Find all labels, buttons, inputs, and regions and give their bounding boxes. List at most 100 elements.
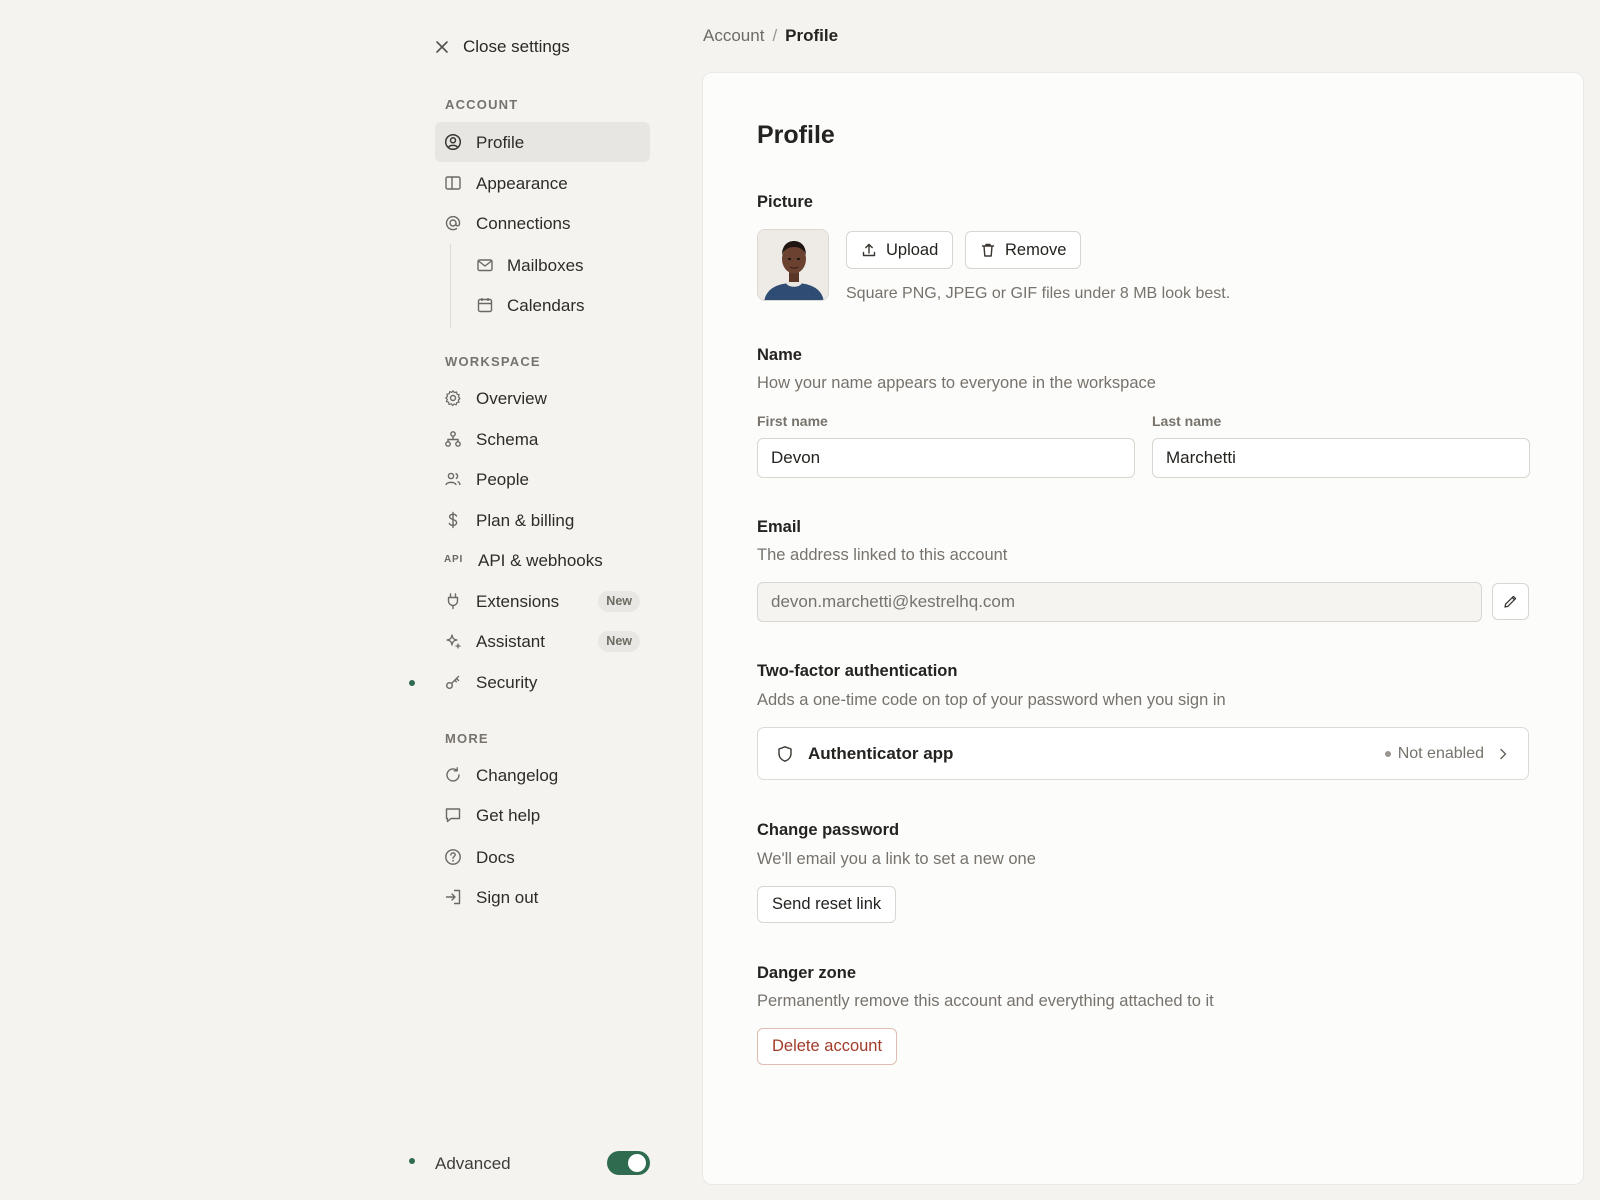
sidebar-item-label: Mailboxes bbox=[507, 256, 584, 275]
email-description: The address linked to this account bbox=[757, 546, 1008, 564]
sidebar-item-label: Docs bbox=[476, 848, 515, 867]
change-password-label: Change password bbox=[757, 821, 900, 839]
two-factor-label: Two-factor authentication bbox=[757, 662, 958, 680]
avatar-photo bbox=[758, 230, 828, 300]
last-name-label: Last name bbox=[1152, 413, 1222, 429]
upload-icon bbox=[861, 242, 877, 258]
change-password-description: We'll email you a link to set a new one bbox=[757, 850, 1036, 868]
plug-icon bbox=[444, 592, 462, 610]
send-reset-link-button[interactable]: Send reset link bbox=[757, 886, 897, 923]
sidebar-item-get-help[interactable]: Get help bbox=[435, 795, 650, 835]
refresh-icon bbox=[444, 766, 462, 784]
sidebar-item-label: Calendars bbox=[507, 296, 585, 315]
sidebar-item-api[interactable]: API API & webhooks bbox=[435, 540, 650, 580]
sparkle-icon bbox=[444, 632, 462, 650]
danger-zone-label: Danger zone bbox=[757, 964, 857, 982]
remove-picture-button[interactable]: Remove bbox=[965, 231, 1082, 269]
picture-hint: Square PNG, JPEG or GIF files under 8 MB… bbox=[846, 285, 1231, 302]
sidebar-item-label: Security bbox=[476, 673, 538, 692]
mail-icon bbox=[476, 256, 494, 274]
edit-email-button[interactable] bbox=[1492, 583, 1529, 620]
remove-label: Remove bbox=[1005, 240, 1067, 259]
close-settings-button[interactable]: Close settings bbox=[434, 34, 570, 60]
key-icon bbox=[444, 673, 462, 691]
section-label-more: MORE bbox=[445, 731, 489, 746]
avatar[interactable] bbox=[757, 229, 829, 301]
sidebar-item-assistant[interactable]: Assistant New bbox=[435, 621, 650, 661]
advanced-setting: Advanced bbox=[435, 1149, 650, 1177]
upload-label: Upload bbox=[886, 240, 939, 259]
breadcrumb-current: Profile bbox=[785, 26, 839, 45]
upload-picture-button[interactable]: Upload bbox=[846, 231, 954, 269]
sidebar-item-label: People bbox=[476, 470, 529, 489]
sidebar-item-sign-out[interactable]: Sign out bbox=[435, 877, 650, 917]
sidebar-item-security[interactable]: Security bbox=[435, 662, 650, 702]
first-name-input[interactable] bbox=[757, 438, 1135, 478]
sidebar-item-label: Plan & billing bbox=[476, 511, 575, 530]
sidebar-item-label: Assistant bbox=[476, 632, 545, 651]
security-indicator-dot bbox=[409, 680, 415, 686]
sidebar-item-label: Sign out bbox=[476, 888, 539, 907]
sidebar-item-label: Changelog bbox=[476, 766, 559, 785]
user-circle-icon bbox=[444, 133, 462, 151]
breadcrumb-separator: / bbox=[772, 26, 778, 45]
advanced-indicator-dot bbox=[409, 1158, 415, 1164]
sidebar-item-label: API & webhooks bbox=[478, 551, 603, 570]
email-label: Email bbox=[757, 518, 802, 536]
sidebar-item-label: Profile bbox=[476, 133, 525, 152]
new-badge: New bbox=[598, 591, 640, 612]
calendar-icon bbox=[476, 296, 494, 314]
close-icon bbox=[434, 39, 450, 55]
section-label-account: ACCOUNT bbox=[445, 97, 519, 112]
trash-icon bbox=[980, 242, 996, 258]
breadcrumb: Account / Profile bbox=[703, 24, 838, 48]
sidebar-item-calendars[interactable]: Calendars bbox=[435, 285, 650, 325]
danger-zone-description: Permanently remove this account and ever… bbox=[757, 992, 1214, 1010]
shield-icon bbox=[776, 745, 794, 763]
sidebar-item-mailboxes[interactable]: Mailboxes bbox=[435, 245, 650, 285]
sidebar-item-label: Overview bbox=[476, 389, 547, 408]
settings-sidebar: Close settings ACCOUNT Profile Appearanc… bbox=[0, 0, 690, 1200]
advanced-label: Advanced bbox=[435, 1154, 511, 1173]
advanced-toggle[interactable] bbox=[607, 1151, 650, 1175]
sidebar-item-profile[interactable]: Profile bbox=[435, 122, 650, 162]
sidebar-item-changelog[interactable]: Changelog bbox=[435, 755, 650, 795]
schema-icon bbox=[444, 430, 462, 448]
sidebar-item-billing[interactable]: Plan & billing bbox=[435, 500, 650, 540]
profile-settings-panel: Profile Picture Upload Remove Square PNG… bbox=[702, 72, 1584, 1185]
page-title: Profile bbox=[757, 121, 835, 149]
authenticator-app-row[interactable]: Authenticator app Not enabled bbox=[757, 727, 1529, 780]
chat-icon bbox=[444, 806, 462, 824]
name-label: Name bbox=[757, 346, 802, 364]
two-factor-status: Not enabled bbox=[1384, 745, 1484, 763]
chevron-right-icon bbox=[1496, 747, 1510, 761]
new-badge: New bbox=[598, 631, 640, 652]
delete-account-button[interactable]: Delete account bbox=[757, 1028, 898, 1065]
sidebar-item-schema[interactable]: Schema bbox=[435, 419, 650, 459]
sidebar-item-label: Schema bbox=[476, 430, 539, 449]
sign-out-icon bbox=[444, 888, 462, 906]
pencil-icon bbox=[1503, 594, 1518, 609]
api-icon: API bbox=[444, 554, 464, 565]
breadcrumb-account-link[interactable]: Account bbox=[703, 26, 764, 46]
email-field[interactable] bbox=[757, 582, 1482, 622]
status-dot bbox=[1384, 751, 1391, 757]
sidebar-item-label: Connections bbox=[476, 214, 571, 233]
toggle-knob bbox=[628, 1154, 646, 1172]
sidebar-item-people[interactable]: People bbox=[435, 459, 650, 499]
sidebar-item-label: Get help bbox=[476, 806, 541, 825]
picture-label: Picture bbox=[757, 193, 813, 211]
two-factor-description: Adds a one-time code on top of your pass… bbox=[757, 691, 1226, 709]
gear-icon bbox=[444, 389, 462, 407]
sidebar-item-label: Extensions bbox=[476, 592, 560, 611]
status-text: Not enabled bbox=[1397, 745, 1484, 762]
name-description: How your name appears to everyone in the… bbox=[757, 374, 1156, 392]
first-name-label: First name bbox=[757, 413, 828, 429]
sidebar-item-docs[interactable]: Docs bbox=[435, 837, 650, 877]
section-label-workspace: WORKSPACE bbox=[445, 354, 541, 369]
sidebar-item-connections[interactable]: Connections bbox=[435, 203, 650, 243]
last-name-input[interactable] bbox=[1152, 438, 1530, 478]
sidebar-item-extensions[interactable]: Extensions New bbox=[435, 581, 650, 621]
sidebar-item-overview[interactable]: Overview bbox=[435, 378, 650, 418]
sidebar-item-appearance[interactable]: Appearance bbox=[435, 163, 650, 203]
